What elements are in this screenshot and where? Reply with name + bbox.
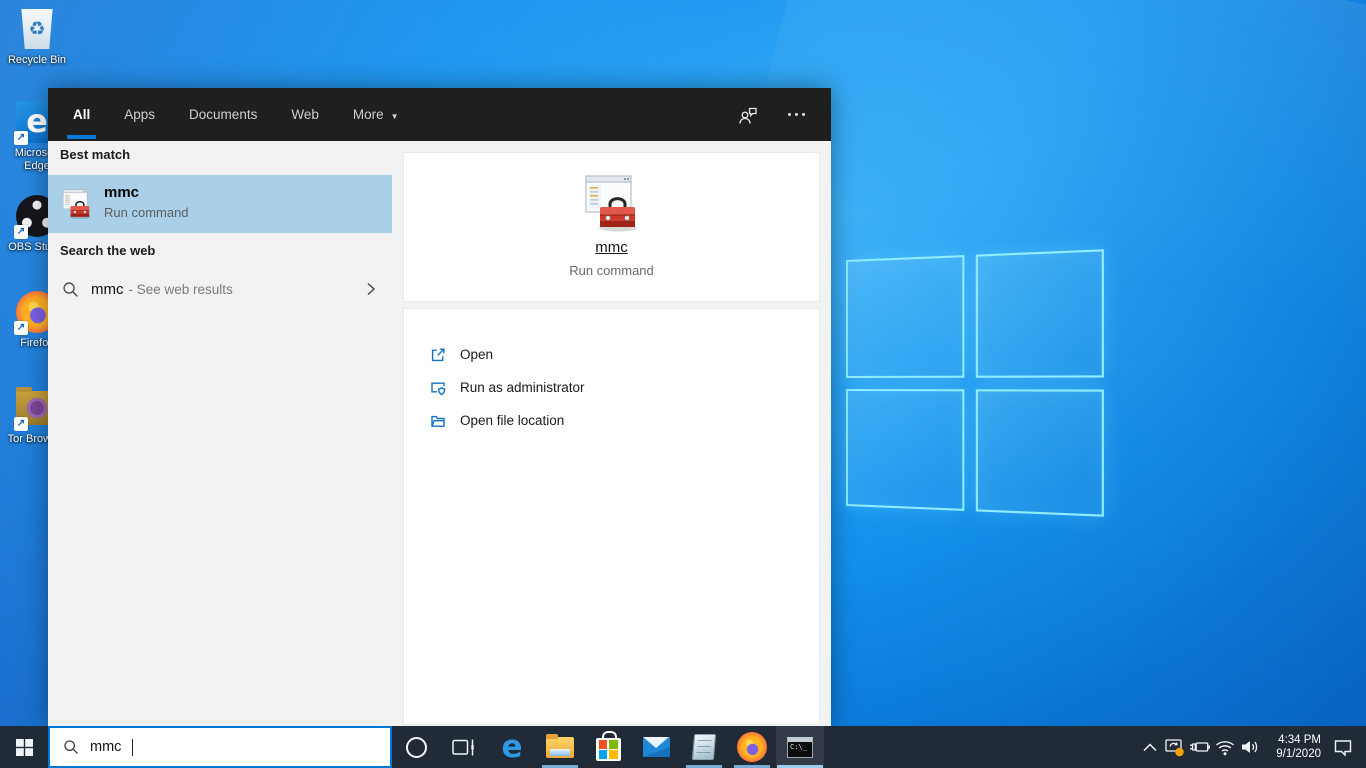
open-folder-icon — [431, 415, 445, 427]
mail-icon — [642, 737, 670, 757]
system-tray: 4:34 PM 9/1/2020 — [1137, 726, 1366, 768]
result-actions-card: Open Run as administrator Open file loca… — [403, 308, 820, 725]
text-caret — [132, 738, 134, 756]
web-search-result[interactable]: mmc - See web results — [48, 271, 392, 307]
clock-date: 9/1/2020 — [1276, 748, 1321, 760]
desktop: Recycle Bin Microsoft Edge OBS Studio Fi… — [0, 0, 1366, 768]
windows-start-icon — [15, 738, 33, 756]
taskbar-task-view-button[interactable] — [440, 726, 488, 768]
command-prompt-icon — [787, 736, 813, 758]
shortcut-arrow-icon — [14, 225, 28, 239]
taskbar-firefox-button[interactable] — [728, 726, 776, 768]
web-query-text: mmc — [91, 280, 124, 298]
edge-icon — [501, 732, 522, 762]
taskbar-cmd-button[interactable] — [776, 726, 824, 768]
battery-charging-icon — [1190, 742, 1210, 752]
user-account-icon[interactable] — [736, 104, 760, 126]
notepad-icon — [691, 734, 717, 760]
task-view-icon — [452, 739, 474, 755]
best-match-result-mmc[interactable]: mmc Run command — [48, 175, 392, 233]
shortcut-arrow-icon — [14, 417, 28, 431]
web-section-label: Search the web — [60, 243, 156, 258]
desktop-icon-label: Recycle Bin — [7, 54, 67, 66]
start-search-panel: All Apps Documents Web More Best match — [48, 88, 831, 726]
taskbar-file-explorer-button[interactable] — [536, 726, 584, 768]
web-suffix-text: - See web results — [128, 281, 233, 297]
chevron-right-icon — [367, 282, 376, 296]
shortcut-arrow-icon — [14, 131, 28, 145]
result-title: mmc — [104, 184, 140, 201]
display-status-icon — [1164, 738, 1184, 756]
best-match-section-label: Best match — [60, 147, 131, 162]
taskbar-notepad-button[interactable] — [680, 726, 728, 768]
result-preview-card: mmc Run command — [403, 152, 820, 302]
search-input-value: mmc — [90, 739, 122, 755]
start-button[interactable] — [0, 726, 48, 768]
taskbar-mail-button[interactable] — [632, 726, 680, 768]
cortana-icon — [405, 736, 427, 758]
open-external-icon — [431, 348, 445, 361]
taskbar-cortana-button[interactable] — [392, 726, 440, 768]
tab-more[interactable]: More — [353, 88, 399, 141]
firefox-icon — [737, 732, 767, 762]
result-subtitle: Run command — [104, 205, 189, 220]
tab-all[interactable]: All — [66, 88, 97, 141]
preview-title-link[interactable]: mmc — [595, 239, 628, 256]
tab-apps[interactable]: Apps — [124, 88, 155, 141]
shortcut-arrow-icon — [14, 321, 28, 335]
action-open-file-location[interactable]: Open file location — [404, 404, 819, 437]
tray-battery-button[interactable] — [1187, 726, 1212, 768]
search-filter-bar: All Apps Documents Web More — [48, 88, 831, 141]
microsoft-store-icon — [595, 731, 621, 761]
action-open[interactable]: Open — [404, 338, 819, 371]
action-center-button[interactable] — [1326, 726, 1360, 768]
tab-documents[interactable]: Documents — [189, 88, 257, 141]
volume-icon — [1241, 741, 1257, 753]
more-options-icon[interactable] — [786, 107, 807, 122]
clock-time: 4:34 PM — [1278, 734, 1321, 746]
taskbar-store-button[interactable] — [584, 726, 632, 768]
tray-network-button[interactable] — [1212, 726, 1237, 768]
search-icon — [64, 740, 78, 754]
tab-web[interactable]: Web — [291, 88, 319, 141]
chevron-down-icon — [391, 107, 399, 122]
file-explorer-icon — [546, 733, 574, 758]
tray-display-status-button[interactable] — [1162, 726, 1187, 768]
wifi-icon — [1215, 741, 1234, 756]
tray-chevron-up-button[interactable] — [1137, 726, 1162, 768]
taskbar-clock[interactable]: 4:34 PM 9/1/2020 — [1262, 733, 1326, 761]
action-run-as-administrator[interactable]: Run as administrator — [404, 371, 819, 404]
taskbar: mmc e C:\_ 4:34 PM 9/1/2020 — [0, 726, 1366, 768]
preview-subtitle: Run command — [569, 263, 654, 278]
chevron-up-icon — [1142, 743, 1157, 752]
taskbar-search-input[interactable]: mmc — [48, 726, 392, 768]
desktop-icon-recycle-bin[interactable]: Recycle Bin — [4, 6, 70, 67]
search-filter-tabs: All Apps Documents Web More — [66, 88, 399, 141]
taskbar-apps — [392, 726, 824, 768]
search-icon — [63, 281, 78, 297]
recycle-bin-icon — [21, 9, 53, 49]
mmc-toolbox-icon — [60, 187, 94, 221]
windows-logo-wallpaper — [846, 249, 1104, 517]
action-center-icon — [1334, 739, 1352, 757]
taskbar-edge-button[interactable] — [488, 726, 536, 768]
mmc-toolbox-icon — [580, 171, 644, 235]
tray-volume-button[interactable] — [1237, 726, 1262, 768]
run-admin-shield-icon — [431, 382, 446, 395]
